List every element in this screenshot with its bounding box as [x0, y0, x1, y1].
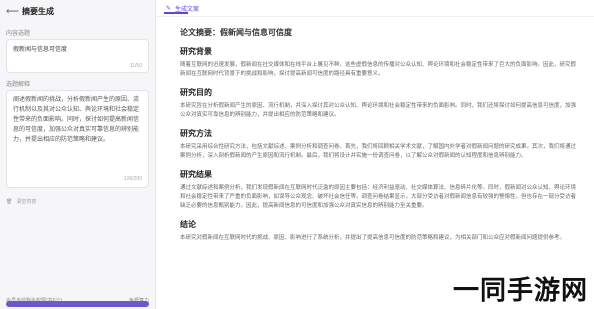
tab-generated-copy[interactable]: ✎ 生成文案	[164, 4, 199, 14]
panel-header: ⟵ 摘要生成	[0, 0, 155, 22]
section-heading: 研究方法	[180, 129, 212, 138]
section-heading: 研究背景	[180, 47, 212, 56]
watermark-text: 一同手游网	[452, 276, 588, 306]
clear-content-label: 清空内容	[16, 199, 37, 205]
tab-bar: ✎ 生成文案	[156, 0, 594, 17]
topic-value: 假新闻与信息可信度	[13, 47, 68, 53]
section-4: 研究结果 通过文献综述和案例分析，我们发现假新闻在互联网时代泛滥的原因主要包括：…	[180, 169, 576, 211]
section-text: 本研究采用综合性研究方法，包括文献综述、案例分析和调查问卷。首先，我们将回顾相关…	[180, 144, 577, 159]
requirements-counter: 126/200	[123, 176, 142, 182]
section-3: 研究方法 本研究采用综合性研究方法，包括文献综述、案例分析和调查问卷。首先，我们…	[180, 128, 576, 161]
trash-icon: 🗑	[6, 198, 13, 205]
watermark-logo: 一同手游网	[453, 270, 588, 307]
generated-content: 论文摘要：假新闻与信息可信度 研究背景 随着互联网的迅速发展，假新闻在社交媒体和…	[156, 17, 594, 243]
left-panel: ⟵ 摘要生成 内容选题 假新闻与信息可信度 11/50 选题解释 阐述假新闻的挑…	[0, 0, 156, 309]
clear-content-button[interactable]: 🗑 清空内容	[6, 198, 149, 206]
topic-counter: 11/50	[129, 63, 142, 69]
section-1: 研究背景 随着互联网的迅速发展，假新闻在社交媒体和在线平台上屡见不鲜，这些虚假信…	[180, 46, 576, 79]
section-text: 本研究旨在分析假新闻产生的原因、流行机制，并深入探讨其对公众认知、舆论环境和社会…	[180, 103, 577, 118]
section-heading: 研究结果	[180, 170, 212, 179]
section-text: 本研究对假新闻在互联网时代的挑战、原因、影响进行了系统分析，并提出了提高信息可信…	[180, 235, 566, 241]
section-heading: 研究目的	[180, 88, 212, 97]
section-5: 结论 本研究对假新闻在互联网时代的挑战、原因、影响进行了系统分析，并提出了提高信…	[180, 219, 576, 243]
content-title: 论文摘要：假新闻与信息可信度	[180, 28, 292, 37]
copy-icon: ✎	[166, 5, 172, 12]
generate-button[interactable]	[6, 301, 149, 307]
req-label: 选题解释	[6, 82, 31, 88]
requirements-textarea[interactable]: 阐述假新闻的挑战，分析假新闻产生的原因、流行机制以及其对公众认知、舆论环境和社会…	[6, 90, 149, 188]
back-arrow-icon[interactable]: ⟵	[6, 6, 19, 16]
tab-underline	[164, 12, 188, 14]
section-text: 随着互联网的迅速发展，假新闻在社交媒体和在线平台上屡见不鲜，这些虚假信息的传播对…	[180, 62, 577, 77]
topic-label: 内容选题	[6, 31, 31, 37]
section-heading: 结论	[180, 220, 196, 229]
requirements-text: 阐述假新闻的挑战，分析假新闻产生的原因、流行机制以及其对公众认知、舆论环境和社会…	[13, 97, 140, 143]
section-text: 通过文献综述和案例分析，我们发现假新闻在互联网时代泛滥的原因主要包括：经济利益驱…	[180, 185, 577, 209]
right-panel: ✎ 生成文案 论文摘要：假新闻与信息可信度 研究背景 随着互联网的迅速发展，假新…	[156, 0, 594, 309]
topic-input[interactable]: 假新闻与信息可信度 11/50	[6, 39, 149, 73]
header-title: 摘要生成	[22, 6, 54, 16]
section-2: 研究目的 本研究旨在分析假新闻产生的原因、流行机制，并深入探讨其对公众认知、舆论…	[180, 87, 576, 120]
